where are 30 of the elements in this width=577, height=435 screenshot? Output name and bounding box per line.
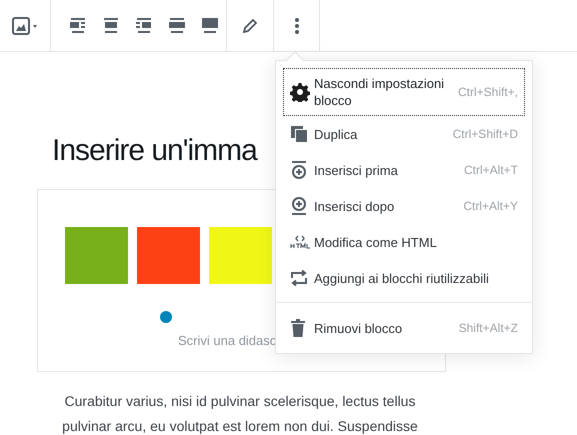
gear-icon [290, 82, 310, 102]
shortcut-text: Ctrl+Shift+, [458, 85, 518, 99]
paragraph-text: Curabitur varius, nisi id pulvinar scelerisque, lectus tellus pulvinar arcu, eu volutpat est lorem non dui. Suspendisse [61, 392, 419, 435]
post-heading: Inserire un'imma [52, 133, 258, 169]
menu-item[interactable]: Nascondi impostazioni blocco Ctrl+Shift+, [283, 68, 525, 116]
more-icon [294, 18, 298, 34]
menu-item[interactable]: Aggiungi ai blocchi riutilizzabili [283, 260, 525, 296]
repeat-icon [290, 270, 308, 286]
shortcut-text: Ctrl+Alt+T [464, 163, 518, 177]
image-icon [12, 16, 38, 36]
insert-before-icon [290, 161, 308, 179]
menu-item[interactable]: Inserisci dopo Ctrl+Alt+Y [283, 188, 525, 224]
insert-after-icon [290, 197, 308, 215]
shortcut-text: Ctrl+Alt+Y [463, 199, 518, 213]
copy-icon [290, 125, 308, 143]
menu-item[interactable]: Inserisci prima Ctrl+Alt+T [283, 152, 525, 188]
handle-dot[interactable] [160, 311, 172, 323]
menu-item[interactable]: Duplica Ctrl+Shift+D [283, 116, 525, 152]
align-icon [102, 18, 118, 34]
menu-item[interactable]: Rimuovi blocco Shift+Alt+Z [283, 310, 525, 346]
align-icon [70, 18, 86, 34]
menu-item[interactable]: Modifica come HTML [283, 224, 525, 260]
shortcut-text: Ctrl+Shift+D [452, 127, 518, 141]
align-icon [202, 18, 218, 34]
shortcut-text: Shift+Alt+Z [458, 321, 518, 335]
trash-icon [290, 319, 306, 337]
align-icon [168, 18, 184, 34]
code-icon [290, 235, 310, 249]
align-icon [136, 18, 152, 34]
pencil-icon [243, 18, 257, 32]
